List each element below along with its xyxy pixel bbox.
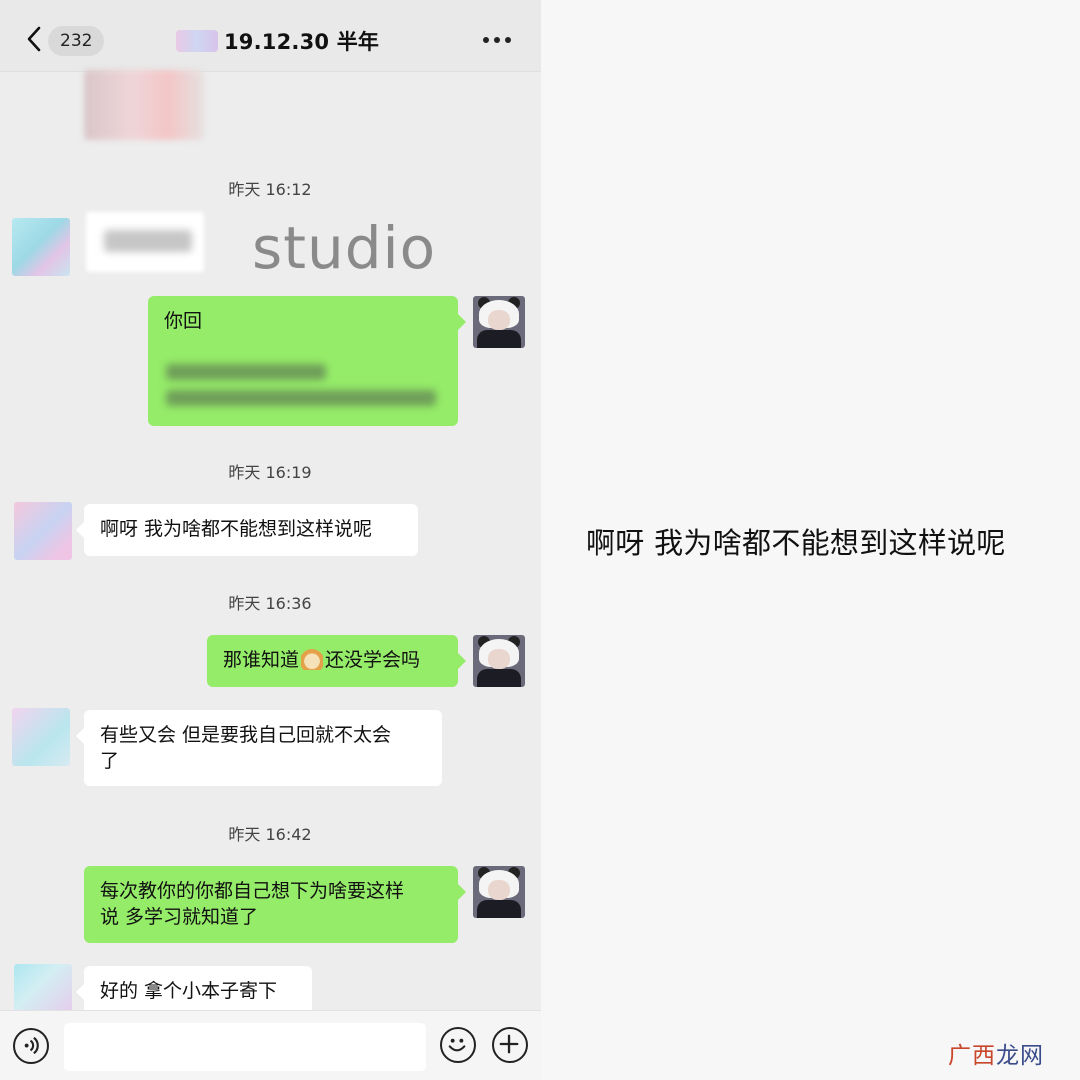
voice-icon[interactable] xyxy=(13,1028,49,1064)
message-text-line: 说 多学习就知道了 xyxy=(100,906,259,928)
doge-emoji-icon xyxy=(301,648,324,670)
my-avatar[interactable] xyxy=(473,635,525,687)
sent-message-bubble[interactable]: 那谁知道 还没学会吗 xyxy=(207,635,466,687)
watermark-text: 龙网 xyxy=(996,1043,1044,1069)
sent-message-bubble[interactable]: 你回 xyxy=(148,296,466,426)
received-message-bubble[interactable]: 有些又会 但是要我自己回就不太会 了 xyxy=(76,710,442,786)
chevron-left-icon xyxy=(27,26,41,52)
contact-avatar[interactable] xyxy=(14,502,72,560)
contact-avatar[interactable] xyxy=(12,218,70,276)
chat-title: 19.12.30 半年 xyxy=(224,30,380,54)
received-message-bubble[interactable]: 啊呀 我为啥都不能想到这样说呢 xyxy=(76,504,418,556)
my-avatar[interactable] xyxy=(473,296,525,348)
message-text-line: 每次教你的你都自己想下为啥要这样 xyxy=(100,880,405,902)
message-text: 还没学会吗 xyxy=(325,649,421,671)
chat-input-bar xyxy=(0,1010,541,1080)
chat-header: 232 19.12.30 半年 xyxy=(0,0,541,72)
plus-icon[interactable] xyxy=(492,1027,528,1063)
screenshot-canvas: 232 19.12.30 半年 昨天 16:12 studio 你回 昨天 16… xyxy=(0,0,1080,1080)
chat-panel: 232 19.12.30 半年 昨天 16:12 studio 你回 昨天 16… xyxy=(0,0,541,1080)
message-text: 那谁知道 xyxy=(223,649,300,671)
message-input[interactable] xyxy=(64,1023,426,1071)
watermark-logo: 广西龙网 xyxy=(948,1036,1044,1070)
my-avatar[interactable] xyxy=(473,866,525,918)
contact-avatar[interactable] xyxy=(12,708,70,766)
timestamp: 昨天 16:42 xyxy=(228,825,312,844)
blurred-image-message[interactable] xyxy=(84,70,204,140)
message-text-line: 了 xyxy=(100,750,120,772)
smile-icon[interactable] xyxy=(440,1027,476,1063)
message-text-line: 有些又会 但是要我自己回就不太会 xyxy=(100,724,392,746)
chat-title-group: 19.12.30 半年 xyxy=(176,26,379,56)
sticker-studio-text: studio xyxy=(252,214,437,282)
blurred-message-text xyxy=(166,390,436,406)
watermark-text: 广西 xyxy=(948,1043,996,1069)
unread-count-badge[interactable]: 232 xyxy=(48,26,105,56)
timestamp: 昨天 16:19 xyxy=(228,463,312,482)
blurred-sticker-text xyxy=(104,230,192,252)
sent-message-bubble[interactable]: 每次教你的你都自己想下为啥要这样 说 多学习就知道了 xyxy=(84,866,466,943)
timestamp: 昨天 16:36 xyxy=(228,594,312,613)
message-text: 啊呀 我为啥都不能想到这样说呢 xyxy=(100,518,373,540)
timestamp: 昨天 16:12 xyxy=(228,180,312,199)
message-text: 好的 拿个小本子寄下 xyxy=(100,980,278,1002)
message-text: 你回 xyxy=(164,310,203,332)
more-dots-icon[interactable] xyxy=(483,37,513,45)
blurred-message-text xyxy=(166,364,326,380)
quote-text: 啊呀 我为啥都不能想到这样说呢 xyxy=(586,526,1006,560)
blurred-contact-name xyxy=(176,30,218,52)
